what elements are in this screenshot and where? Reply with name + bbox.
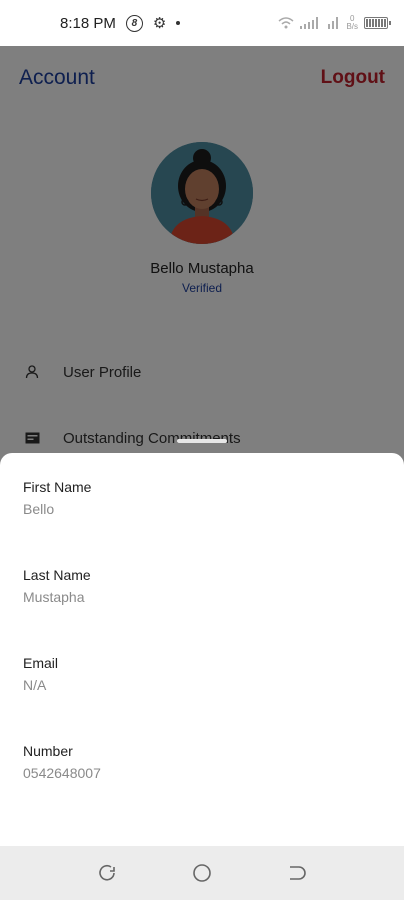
gear-icon: ⚙: [152, 15, 167, 32]
wifi-icon: [278, 17, 294, 29]
user-details-sheet: First Name Bello Last Name Mustapha Emai…: [0, 439, 404, 846]
field-value: Bello: [23, 501, 55, 517]
field-label: Number: [23, 743, 73, 759]
back-button[interactable]: [277, 853, 317, 893]
notification-badge-icon: 8: [125, 14, 143, 32]
field-value: N/A: [23, 677, 47, 693]
signal-icon: [300, 17, 319, 29]
battery-icon: [364, 17, 391, 29]
data-speed: 0 B/s: [346, 15, 358, 31]
signal-icon-2: [328, 17, 339, 29]
field-label: Last Name: [23, 567, 91, 583]
field-label: First Name: [23, 479, 92, 495]
system-nav-bar: [0, 846, 404, 900]
field-last-name: Last Name Mustapha: [0, 541, 404, 629]
field-value: Mustapha: [23, 589, 85, 605]
recents-icon: [99, 864, 116, 881]
back-icon: [289, 866, 306, 880]
field-first-name: First Name Bello: [0, 453, 404, 541]
more-notifications-icon: [176, 21, 181, 25]
field-value: 0542648007: [23, 765, 101, 781]
data-speed-unit: B/s: [346, 22, 358, 31]
status-right: 0 B/s: [278, 15, 391, 31]
home-button[interactable]: [182, 853, 222, 893]
sheet-drag-handle[interactable]: [177, 439, 227, 443]
recents-button[interactable]: [87, 853, 127, 893]
home-icon: [193, 864, 211, 882]
status-left: 8:18 PM 8 ⚙: [60, 14, 181, 32]
status-time: 8:18 PM: [60, 14, 116, 32]
field-label: Email: [23, 655, 59, 671]
field-number: Number 0542648007: [0, 717, 404, 805]
status-bar: 8:18 PM 8 ⚙ 0 B/s: [0, 0, 404, 46]
field-email: Email N/A: [0, 629, 404, 717]
